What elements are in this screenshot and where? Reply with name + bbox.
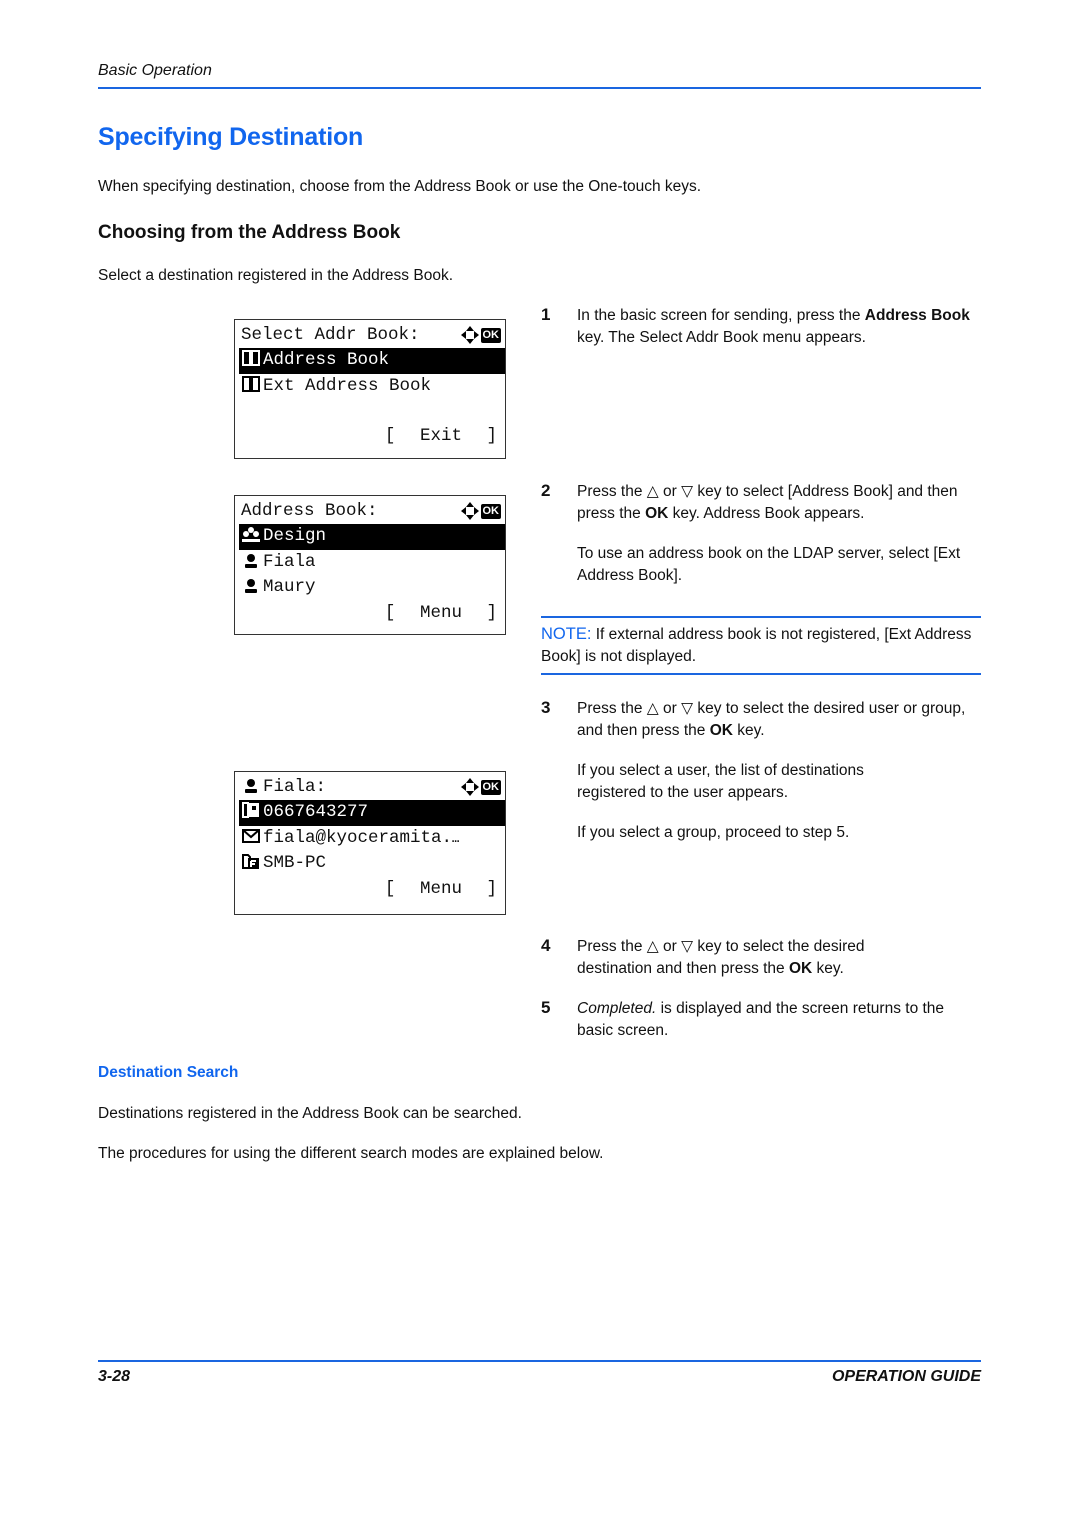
lcd-title-row: Select Addr Book: OK: [235, 320, 505, 348]
four-way-arrow-icon: [460, 326, 479, 344]
ok-key-icon: OK: [480, 327, 501, 343]
four-way-arrow-icon: [460, 778, 479, 796]
four-way-arrow-icon: [460, 502, 479, 520]
step-text-run: In the basic screen for sending, press t…: [577, 307, 865, 324]
lcd-address-book: Address Book: OK Design Fiala Maury [ Me…: [234, 495, 506, 635]
key-name: OK: [645, 505, 669, 522]
lcd-title: Address Book:: [241, 501, 378, 521]
user-icon: [245, 779, 257, 793]
truncation-ellipsis: …: [452, 831, 460, 846]
key-name: OK: [709, 722, 733, 739]
nav-ok-indicator: OK: [460, 326, 501, 344]
ok-key-icon: OK: [480, 779, 501, 795]
ext-address-book-icon: [242, 375, 260, 392]
step-text-run: key. The Select Addr Book menu appears.: [577, 329, 866, 346]
note-text: If external address book is not register…: [541, 626, 972, 665]
running-head: Basic Operation: [98, 62, 212, 79]
menu-softkey[interactable]: [ Menu ]: [385, 601, 497, 627]
lcd-item-maury[interactable]: Maury: [235, 575, 505, 601]
intro-paragraph: When specifying destination, choose from…: [98, 178, 702, 195]
lcd-item-fax-number[interactable]: 0667643277: [239, 800, 505, 826]
step-number: 3: [541, 698, 551, 717]
subsection-p1: Destinations registered in the Address B…: [98, 1105, 522, 1122]
note-label: NOTE:: [541, 625, 592, 643]
step-2-extra: To use an address book on the LDAP serve…: [577, 545, 961, 584]
lcd-title: Select Addr Book:: [241, 325, 420, 345]
user-icon: [245, 579, 257, 593]
nav-ok-indicator: OK: [460, 778, 501, 796]
lcd-item-email[interactable]: fiala@kyoceramita.…: [235, 826, 505, 852]
exit-softkey[interactable]: [ Exit ]: [385, 424, 497, 450]
step-text-run: key. Address Book appears.: [668, 505, 865, 522]
softkey-row: [ Menu ]: [235, 601, 505, 627]
lcd-item-ext-address-book[interactable]: Ext Address Book: [235, 374, 505, 400]
key-name: Address Book: [864, 307, 970, 324]
note: NOTE: If external address book is not re…: [541, 623, 981, 668]
softkey-row: [ Menu ]: [235, 877, 505, 903]
note-rule-top: [541, 616, 981, 618]
step-4-text: Press the △ or ▽ key to select the desir…: [577, 936, 937, 980]
group-icon: [242, 527, 260, 542]
lcd-title-row: Fiala: OK: [235, 772, 505, 800]
lcd-item-address-book[interactable]: Address Book: [239, 348, 505, 374]
user-icon: [245, 553, 257, 568]
step-2-text: Press the △ or ▽ key to select [Address …: [577, 481, 982, 525]
lcd-item-fiala[interactable]: Fiala: [235, 550, 505, 576]
email-icon: [242, 828, 260, 843]
lcd-user-detail: Fiala: OK 0667643277 fiala@kyoceramita.……: [234, 771, 506, 915]
note-rule-bottom: [541, 673, 981, 675]
softkey-row: [ Exit ]: [235, 424, 505, 450]
subsection-heading: Destination Search: [98, 1064, 239, 1081]
lcd-item-design[interactable]: Design: [239, 524, 505, 550]
step-number: 5: [541, 998, 551, 1017]
step-text-run: Press the △ or ▽ key to select the desir…: [577, 700, 966, 739]
address-book-icon: [242, 350, 260, 366]
section-heading: Choosing from the Address Book: [98, 222, 401, 243]
step-number: 4: [541, 936, 551, 955]
step-3-extra2: If you select a group, proceed to step 5…: [577, 824, 850, 841]
nav-ok-indicator: OK: [460, 502, 501, 520]
footer-rule: [98, 1360, 981, 1362]
lcd-title-row: Address Book: OK: [235, 496, 505, 524]
ok-key-icon: OK: [480, 503, 501, 519]
guide-title: OPERATION GUIDE: [831, 1368, 981, 1385]
menu-softkey[interactable]: [ Menu ]: [385, 877, 497, 903]
step-number: 1: [541, 305, 551, 324]
lcd-title: Fiala:: [263, 777, 327, 797]
page-title: Specifying Destination: [98, 123, 364, 151]
status-message: Completed.: [577, 1000, 657, 1017]
key-name: OK: [788, 960, 813, 977]
step-text-run: key.: [812, 960, 844, 977]
lcd-select-addr-book: Select Addr Book: OK Address Book Ext Ad…: [234, 319, 506, 459]
step-number: 2: [541, 481, 551, 500]
lcd-item-smb[interactable]: SMB-PC: [235, 851, 505, 877]
header-rule: [98, 87, 981, 89]
step-1-text: In the basic screen for sending, press t…: [577, 305, 982, 349]
step-5-text: Completed. is displayed and the screen r…: [577, 998, 982, 1042]
step-text-run: key.: [732, 722, 765, 739]
step-3-extra: If you select a user, the list of destin…: [577, 762, 864, 801]
subsection-p2: The procedures for using the different s…: [98, 1145, 604, 1162]
fax-icon: [242, 802, 259, 818]
section-intro: Select a destination registered in the A…: [98, 267, 453, 284]
folder-icon: [242, 854, 259, 869]
page-number: 3-28: [98, 1368, 131, 1385]
step-3-text: Press the △ or ▽ key to select the desir…: [577, 698, 982, 742]
